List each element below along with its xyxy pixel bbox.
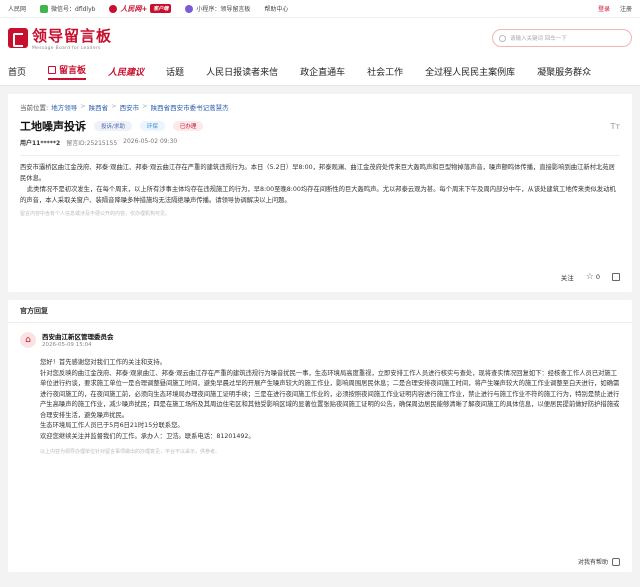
thumbs-up-icon [612, 557, 620, 566]
reply-org: ⌂ 西安曲江新区管理委员会 2026-05-09 15:04 [20, 331, 620, 348]
main-nav: 首页 留言板 人民建议 话题 人民日报读者来信 政企直通车 社会工作 全过程人民… [0, 58, 640, 86]
field-tag: 环保 [139, 121, 165, 131]
topbar-miniprogram-label: 小程序：领导留言板 [196, 6, 251, 13]
topbar-help[interactable]: 帮助中心 [264, 4, 288, 13]
message-content: 西安市灞桥区曲江金茂府、邦泰·观曲江、邦泰·观云曲江存在严重的建筑违规行为。本日… [20, 162, 620, 206]
star-icon: ☆ [585, 272, 594, 282]
logo-icon [8, 28, 28, 48]
app-brand-label: 人民网+ [120, 4, 148, 13]
reply-content: 您好！首先感谢您对我们工作的关注和支持。 针对您反映的曲江金茂府、邦泰·观泉曲江… [20, 358, 620, 442]
search-icon [499, 34, 506, 42]
breadcrumb-separator: > [80, 102, 86, 110]
breadcrumb-item[interactable]: 西安市 [120, 102, 140, 112]
status-badge: 已办理 [172, 121, 204, 131]
register-link[interactable]: 注册 [620, 4, 632, 13]
reply-paragraph: 针对您反映的曲江金茂府、邦泰·观泉曲江、邦泰·观云曲江存在严重的建筑违规行为噪音… [40, 369, 620, 419]
breadcrumb-separator: > [111, 102, 117, 110]
reply-paragraph: 您好！首先感谢您对我们工作的关注和支持。 [40, 359, 166, 366]
message-paragraph: 西安市灞桥区曲江金茂府、邦泰·观曲江、邦泰·观云曲江存在严重的建筑违规行为。本日… [20, 164, 615, 182]
share-icon[interactable] [612, 273, 620, 281]
breadcrumb: 当前位置: 地方领导 > 陕西省 > 西安市 > 陕西省西安市委书记蒿慧杰 [20, 102, 620, 112]
star-button[interactable]: ☆ 0 [586, 272, 600, 282]
star-count: 0 [595, 273, 600, 281]
nav-home[interactable]: 首页 [8, 65, 26, 78]
site-header: 领导留言板 Message Board for Leaders 请输入关键词 回… [0, 18, 640, 58]
topbar-app[interactable]: 人民网+ 客户端 [109, 4, 172, 14]
breadcrumb-item[interactable]: 地方领导 [51, 102, 77, 112]
message-card: 当前位置: 地方领导 > 陕西省 > 西安市 > 陕西省西安市委书记蒿慧杰 工地… [8, 94, 632, 292]
logo-title: 领导留言板 [32, 27, 113, 45]
topbar-wechat-label: 微信号：dfldlyb [51, 6, 96, 13]
category-tag: 投诉/求助 [94, 121, 132, 131]
breadcrumb-separator: > [142, 102, 148, 110]
board-icon [48, 65, 57, 74]
wechat-icon [40, 4, 49, 13]
search-input[interactable]: 请输入关键词 回车一下 [510, 34, 567, 42]
message-id: 留言ID:25215155 [66, 140, 118, 147]
nav-politics[interactable]: 政企直通车 [300, 65, 345, 78]
reply-org-name: 西安曲江新区管理委员会 [42, 333, 114, 341]
topbar-wechat[interactable]: 微信号：dfldlyb [40, 4, 95, 13]
app-badge: 客户端 [150, 4, 172, 13]
app-icon [109, 4, 118, 13]
reply-paragraph: 生态环境局工作人员已于5月6日21时15分联系您。 [40, 422, 184, 429]
message-meta: 用户11*****2 留言ID:25215155 2026-05-02 09:3… [20, 138, 620, 147]
message-paragraph: 此类情况不是初次发生，在每个周末，以上所有涉事主体均存在违规施工的行为，早8:0… [20, 186, 616, 204]
reply-date: 2026-05-09 15:04 [42, 342, 92, 348]
nav-service[interactable]: 凝聚服务群众 [537, 65, 591, 78]
font-size-icon[interactable]: Tт [610, 122, 620, 131]
government-building-icon: ⌂ [20, 331, 36, 348]
message-actions: 关注 ☆ 0 [561, 272, 620, 282]
reply-section-title: 官方回复 [8, 300, 632, 323]
topbar-miniprogram[interactable]: 小程序：领导留言板 [185, 4, 250, 13]
follow-button[interactable]: 关注 [561, 272, 574, 282]
login-link[interactable]: 登录 [598, 4, 610, 13]
official-reply-card: 官方回复 ⌂ 西安曲江新区管理委员会 2026-05-09 15:04 您好！首… [8, 300, 632, 572]
page-title: 工地噪声投诉 [20, 120, 86, 133]
privacy-notice: 留言内容中含有个人信息或涉及不便公开的内容，仅办理机构可见。 [20, 211, 171, 217]
nav-topics[interactable]: 话题 [166, 65, 184, 78]
useful-button[interactable]: 对我有帮助 [578, 557, 620, 566]
nav-letters[interactable]: 人民日报读者来信 [206, 65, 278, 78]
site-logo[interactable]: 领导留言板 Message Board for Leaders [8, 25, 112, 51]
breadcrumb-item[interactable]: 陕西省西安市委书记蒿慧杰 [151, 102, 229, 112]
nav-suggest[interactable]: 人民建议 [108, 65, 144, 78]
miniprogram-icon [185, 4, 194, 13]
reply-notice: 以上内容为领导办理单位针对留言事项做出的办理意见，平台不以采示，供参考。 [40, 449, 221, 455]
reply-paragraph: 欢迎您继续关注并监督我们的工作。承办人：卫浩。联系电话：81201492。 [40, 432, 255, 440]
search-box[interactable]: 请输入关键词 回车一下 [492, 29, 632, 47]
nav-board[interactable]: 留言板 [48, 63, 87, 80]
author-name: 用户11*****2 [20, 140, 61, 147]
message-datetime: 2026-05-02 09:30 [123, 138, 178, 145]
topbar-people-link[interactable]: 人民网 [8, 4, 26, 13]
divider [20, 155, 620, 156]
top-bar: 人民网 微信号：dfldlyb 人民网+ 客户端 小程序：领导留言板 帮助中心 … [0, 0, 640, 18]
breadcrumb-item[interactable]: 陕西省 [89, 102, 109, 112]
breadcrumb-prefix: 当前位置: [20, 104, 49, 112]
logo-subtitle: Message Board for Leaders [32, 46, 101, 51]
useful-label: 对我有帮助 [577, 559, 608, 566]
nav-democracy[interactable]: 全过程人民民主案例库 [425, 65, 515, 78]
nav-board-label: 留言板 [59, 66, 87, 76]
nav-community[interactable]: 社会工作 [367, 65, 403, 78]
